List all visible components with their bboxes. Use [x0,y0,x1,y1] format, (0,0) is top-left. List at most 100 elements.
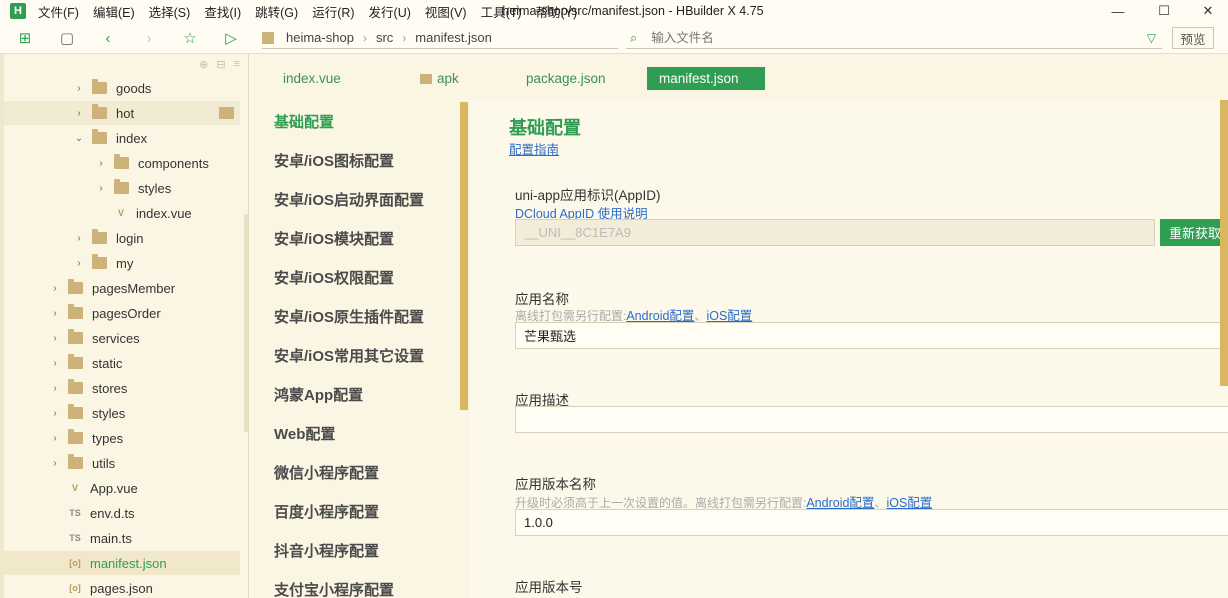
breadcrumb-folder[interactable]: src [376,30,393,45]
forward-arrow-icon[interactable]: › [140,29,158,47]
chevron-right-icon[interactable]: › [50,358,60,369]
open-folder-icon[interactable] [219,107,234,119]
tree-item-styles[interactable]: › styles [4,176,240,200]
tab-label: apk [437,71,459,86]
tab-package-json[interactable]: package.json [526,67,606,90]
menu-icon[interactable]: ≡ [234,58,240,71]
close-icon[interactable]: ✕ [1188,0,1228,22]
tree-item-hot[interactable]: › hot [4,101,240,125]
menu-help[interactable]: 帮助(Y) [536,2,578,21]
tree-item-types[interactable]: › types [4,426,240,450]
tree-item-styles[interactable]: › styles [4,401,240,425]
content-scrollbar[interactable] [1220,100,1228,386]
nav-douyin-config[interactable]: 抖音小程序配置 [274,540,379,561]
chevron-right-icon[interactable]: › [96,183,106,194]
chevron-right-icon[interactable]: › [74,83,84,94]
tree-item-utils[interactable]: › utils [4,451,240,475]
ios-config-link[interactable]: iOS配置 [706,309,752,323]
tab-index-vue[interactable]: index.vue [283,67,341,90]
tree-item-index-vue[interactable]: Vindex.vue [4,201,240,225]
nav-basic-config[interactable]: 基础配置 [274,111,334,132]
tab-manifest-json[interactable]: manifest.json [647,67,765,90]
tree-item-index[interactable]: ⌄ index [4,126,240,150]
tree-item-label: manifest.json [90,555,167,571]
tree-item-stores[interactable]: › stores [4,376,240,400]
menu-view[interactable]: 视图(V) [425,2,467,21]
tab-apk[interactable]: apk [420,67,459,90]
ios-config-link[interactable]: iOS配置 [886,496,932,510]
preview-button[interactable]: 预览 [1172,27,1214,49]
tree-item-manifest-json[interactable]: [o] manifest.json [4,551,240,575]
file-search-input[interactable] [651,30,1122,45]
folder-icon [92,229,107,244]
nav-wechat-config[interactable]: 微信小程序配置 [274,462,379,483]
menu-goto[interactable]: 跳转(G) [255,2,298,21]
tree-item-pagesmember[interactable]: › pagesMember [4,276,240,300]
chevron-right-icon[interactable]: › [50,458,60,469]
nav-splash-config[interactable]: 安卓/iOS启动界面配置 [274,189,424,210]
tree-item-login[interactable]: › login [4,226,240,250]
collapse-all-icon[interactable]: ⊟ [216,58,225,71]
chevron-right-icon[interactable]: › [74,258,84,269]
menu-publish[interactable]: 发行(U) [369,2,411,21]
version-name-input[interactable] [515,509,1228,536]
sidebar-scrollbar[interactable] [244,214,248,432]
tree-item-app-vue[interactable]: V App.vue [4,476,240,500]
menu-edit[interactable]: 编辑(E) [93,2,135,21]
tree-item-services[interactable]: › services [4,326,240,350]
android-config-link[interactable]: Android配置 [626,309,694,323]
menu-run[interactable]: 运行(R) [312,2,354,21]
chevron-right-icon[interactable]: › [50,408,60,419]
breadcrumb-project[interactable]: heima-shop [286,30,354,45]
maximize-icon[interactable]: ☐ [1144,0,1184,22]
nav-alipay-config[interactable]: 支付宝小程序配置 [274,579,394,598]
filter-icon[interactable]: ▽ [1147,31,1156,45]
chevron-right-icon[interactable]: › [50,383,60,394]
save-icon[interactable]: ▢ [58,29,76,47]
nav-baidu-config[interactable]: 百度小程序配置 [274,501,379,522]
config-guide-link[interactable]: 配置指南 [509,139,559,158]
nav-permission-config[interactable]: 安卓/iOS权限配置 [274,267,394,288]
appid-input[interactable] [515,219,1155,246]
tree-item-pages-json[interactable]: [o] pages.json [4,576,240,598]
nav-other-settings[interactable]: 安卓/iOS常用其它设置 [274,345,424,366]
android-config-link[interactable]: Android配置 [806,496,874,510]
chevron-down-icon[interactable]: ⌄ [74,133,84,144]
nav-scrollbar[interactable] [460,102,468,410]
nav-harmony-config[interactable]: 鸿蒙App配置 [274,384,363,405]
new-file-icon[interactable]: ⊞ [16,29,34,47]
tree-item-main-ts[interactable]: TS main.ts [4,526,240,550]
breadcrumb-file[interactable]: manifest.json [415,30,492,45]
chevron-right-icon[interactable]: › [50,333,60,344]
locate-icon[interactable]: ⊕ [199,58,208,71]
tree-item-pagesorder[interactable]: › pagesOrder [4,301,240,325]
tree-item-static[interactable]: › static [4,351,240,375]
back-arrow-icon[interactable]: ‹ [99,29,117,47]
tab-label: manifest.json [659,71,739,86]
menu-find[interactable]: 查找(I) [204,2,241,21]
star-icon[interactable]: ☆ [181,29,199,47]
nav-web-config[interactable]: Web配置 [274,423,335,444]
chevron-right-icon[interactable]: › [50,433,60,444]
chevron-right-icon[interactable]: › [74,233,84,244]
nav-icon-config[interactable]: 安卓/iOS图标配置 [274,150,394,171]
tree-item-my[interactable]: › my [4,251,240,275]
menu-file[interactable]: 文件(F) [38,2,79,21]
nav-module-config[interactable]: 安卓/iOS模块配置 [274,228,394,249]
app-desc-input[interactable] [515,406,1228,433]
folder-icon [68,404,83,419]
app-name-input[interactable] [515,322,1228,349]
tree-item-components[interactable]: › components [4,151,240,175]
refresh-appid-button[interactable]: 重新获取 [1160,219,1228,246]
chevron-right-icon[interactable]: › [74,108,84,119]
tree-item-env-d-ts[interactable]: TS env.d.ts [4,501,240,525]
run-icon[interactable]: ▷ [222,29,240,47]
menu-select[interactable]: 选择(S) [149,2,191,21]
nav-native-plugin-config[interactable]: 安卓/iOS原生插件配置 [274,306,424,327]
tree-item-goods[interactable]: › goods [4,76,240,100]
chevron-right-icon[interactable]: › [50,283,60,294]
chevron-right-icon[interactable]: › [50,308,60,319]
menu-tools[interactable]: 工具(T) [481,2,522,21]
minimize-icon[interactable]: — [1098,0,1138,22]
chevron-right-icon[interactable]: › [96,158,106,169]
